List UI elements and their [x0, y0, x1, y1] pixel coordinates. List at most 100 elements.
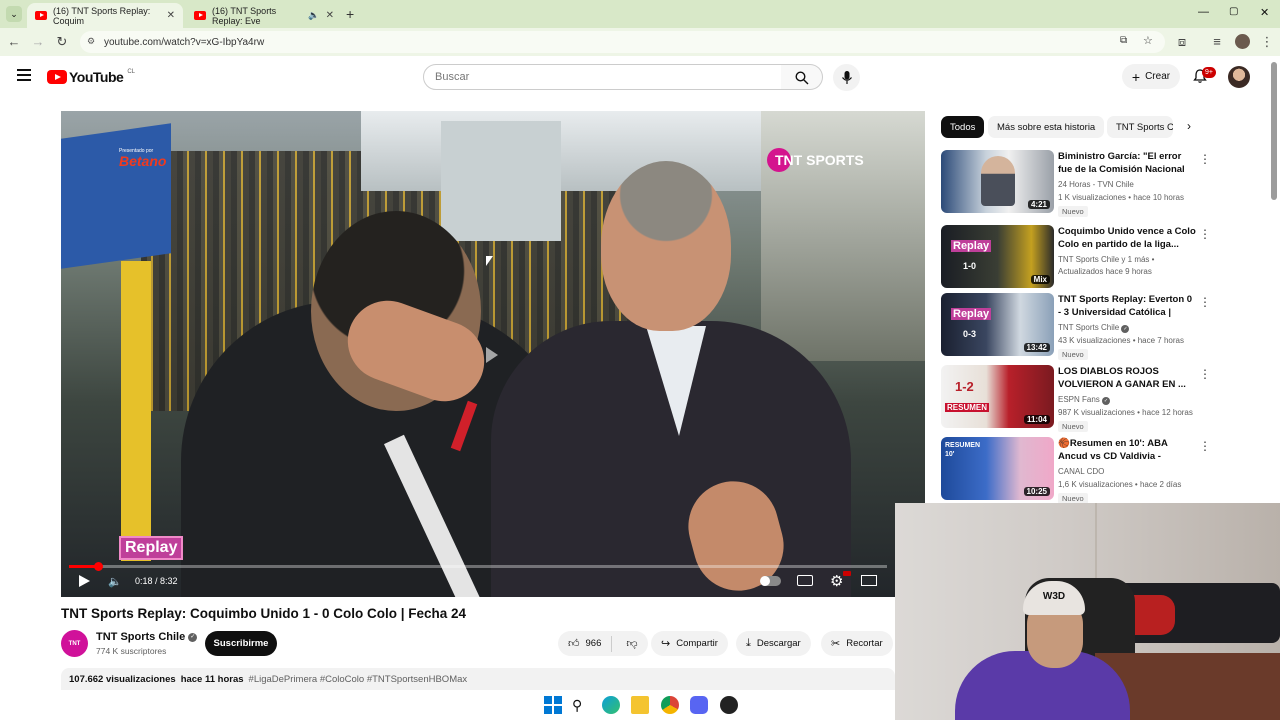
verified-check-icon: ✓ — [1121, 325, 1130, 333]
app-icon[interactable] — [720, 696, 738, 714]
restore-icon[interactable]: ▢ — [1229, 6, 1238, 17]
new-tab-button[interactable]: + — [346, 6, 354, 22]
center-play-icon — [486, 347, 498, 363]
hamburger-menu-icon[interactable] — [17, 69, 31, 81]
recommendation-item[interactable]: Replay 1-0 Mix Coquimbo Unido vence a Co… — [941, 225, 1231, 291]
reload-icon[interactable]: ↻ — [54, 34, 70, 50]
search-input[interactable]: Buscar — [423, 64, 782, 90]
more-options-icon[interactable]: ⋮ — [1199, 439, 1211, 453]
mix-badge: Mix — [1030, 275, 1050, 284]
taskbar-search-icon[interactable]: ⚲ — [572, 696, 590, 714]
video-player[interactable]: Presentado por Betano TNT SPORTS Replay — [61, 111, 925, 597]
like-button[interactable]: 👍︎ 966 — [558, 635, 613, 652]
progress-bar[interactable] — [69, 562, 887, 571]
thumb-score: 0-3 — [963, 329, 977, 339]
video-thumbnail: Replay 1-0 Mix — [941, 225, 1054, 288]
sponsor-logo: Betano — [119, 153, 167, 169]
tab-active[interactable]: (16) TNT Sports Replay: Coquim ✕ — [27, 3, 183, 28]
autoplay-toggle[interactable] — [760, 576, 781, 586]
extensions-icon[interactable]: ⧈ — [1174, 34, 1190, 50]
recommendation-item[interactable]: Replay 0-3 13:42 TNT Sports Replay: Ever… — [941, 293, 1231, 360]
volume-icon[interactable]: 🔈 — [108, 575, 122, 588]
scissors-icon: ✂ — [831, 638, 841, 650]
create-button[interactable]: + Crear — [1122, 64, 1180, 89]
recommendation-item[interactable]: RESUMEN 10' 10:25 🏀Resumen en 10': ABA A… — [941, 437, 1231, 504]
upload-age: hace 11 horas — [180, 673, 244, 685]
theater-mode-icon[interactable] — [861, 575, 877, 586]
close-window-icon[interactable]: ✕ — [1260, 6, 1269, 19]
description-box[interactable]: 107.662 visualizaciones hace 11 horas #L… — [61, 668, 895, 690]
video-thumbnail: RESUMEN 10' 10:25 — [941, 437, 1054, 500]
rec-meta: 987 K visualizaciones • hace 12 horas — [1058, 408, 1193, 417]
media-controls-icon[interactable]: ≡ — [1209, 34, 1225, 49]
more-options-icon[interactable]: ⋮ — [1199, 367, 1211, 381]
play-icon[interactable] — [79, 575, 90, 587]
progress-scrubber[interactable] — [93, 562, 103, 571]
chip-more-on-story[interactable]: Más sobre esta historia — [988, 116, 1105, 138]
chip-tnt-sports[interactable]: TNT Sports Ch — [1107, 116, 1173, 138]
more-options-icon[interactable]: ⋮ — [1199, 295, 1211, 309]
duration-badge: 4:21 — [1027, 200, 1050, 209]
speaker-icon[interactable]: 🔈 — [308, 10, 319, 21]
rec-title: Biministro García: "El error fue de la C… — [1058, 151, 1185, 175]
chrome-icon[interactable] — [661, 696, 679, 714]
recommendation-item[interactable]: 1-2 RESUMEN 11:04 LOS DIABLOS ROJOS VOLV… — [941, 365, 1231, 432]
address-bar-row: ← → ↻ ⚙ youtube.com/watch?v=xG-IbpYa4rw … — [0, 28, 1280, 56]
minimize-icon[interactable]: — — [1198, 6, 1209, 18]
rec-channel: ESPN Fans ✓ — [1058, 395, 1198, 405]
forward-icon[interactable]: → — [30, 34, 46, 49]
youtube-logo[interactable]: YouTube CL — [47, 69, 135, 85]
settings-gear-icon[interactable]: ⚙ — [830, 572, 843, 590]
bookmark-star-icon[interactable]: ☆ — [1143, 34, 1153, 47]
download-button[interactable]: ⤓ Descargar — [736, 631, 811, 656]
like-dislike-group: 👍︎ 966 👎︎ — [558, 631, 648, 656]
plus-icon: + — [1131, 68, 1141, 85]
account-avatar[interactable] — [1228, 66, 1250, 88]
install-icon[interactable]: ⧉ — [1120, 35, 1127, 46]
subscribe-button[interactable]: Suscribirme — [205, 631, 277, 656]
search-placeholder: Buscar — [435, 71, 470, 83]
site-info-icon[interactable]: ⚙ — [87, 36, 95, 47]
share-button[interactable]: ↪ Compartir — [651, 631, 728, 656]
clip-button[interactable]: ✂ Recortar — [821, 631, 893, 656]
more-options-icon[interactable]: ⋮ — [1199, 227, 1211, 241]
back-icon[interactable]: ← — [6, 34, 22, 49]
browser-tab-bar: ⌄ (16) TNT Sports Replay: Coquim ✕ (16) … — [0, 0, 1280, 28]
thumb-resumen-label: RESUMEN — [945, 403, 990, 412]
like-count: 966 — [585, 638, 602, 649]
rec-title: LOS DIABLOS ROJOS VOLVIERON A GANAR EN .… — [1058, 366, 1186, 390]
subtitles-icon[interactable] — [797, 575, 813, 586]
verified-check-icon: ✓ — [188, 632, 198, 642]
sponsor-overlay: Presentado por Betano — [119, 148, 166, 168]
channel-name-text: TNT Sports Chile — [96, 631, 186, 643]
windows-start-icon[interactable] — [544, 696, 562, 714]
channel-avatar[interactable]: TNT — [61, 630, 88, 657]
rec-title: TNT Sports Replay: Everton 0 - 3 Univers… — [1058, 294, 1193, 318]
voice-search-button[interactable] — [833, 64, 860, 91]
edge-icon[interactable] — [602, 696, 620, 714]
rec-meta: 1 K visualizaciones • hace 10 horas — [1058, 193, 1184, 202]
more-options-icon[interactable]: ⋮ — [1199, 152, 1211, 166]
page-scrollbar[interactable] — [1271, 62, 1277, 200]
dislike-button[interactable]: 👎︎ — [618, 637, 645, 650]
url-field[interactable]: ⚙ youtube.com/watch?v=xG-IbpYa4rw ⧉ ☆ — [80, 31, 1165, 53]
cap-logo: W3D — [1042, 591, 1066, 602]
tab-inactive[interactable]: (16) TNT Sports Replay: Eve 🔈 ✕ — [186, 3, 342, 28]
discord-icon[interactable] — [690, 696, 708, 714]
close-icon[interactable]: ✕ — [167, 10, 175, 21]
close-icon[interactable]: ✕ — [326, 10, 334, 21]
chevron-right-icon[interactable]: › — [1187, 119, 1191, 133]
youtube-play-logo-icon — [47, 70, 67, 84]
profile-avatar-icon[interactable] — [1235, 34, 1250, 49]
hashtags[interactable]: #LigaDePrimera #ColoColo #TNTSportsenHBO… — [249, 674, 468, 685]
chip-all[interactable]: Todos — [941, 116, 985, 138]
search-button[interactable] — [781, 64, 823, 90]
channel-name[interactable]: TNT Sports Chile ✓ — [96, 631, 198, 643]
video-thumbnail: 1-2 RESUMEN 11:04 — [941, 365, 1054, 428]
tab-search-chevron-icon[interactable]: ⌄ — [6, 6, 22, 22]
hd-badge — [843, 571, 851, 576]
browser-menu-icon[interactable]: ⋮ — [1259, 34, 1275, 50]
recommendation-item[interactable]: 4:21 Biministro García: "El error fue de… — [941, 150, 1231, 217]
file-explorer-icon[interactable] — [631, 696, 649, 714]
rec-channel: TNT Sports Chile y 1 más • — [1058, 255, 1155, 264]
